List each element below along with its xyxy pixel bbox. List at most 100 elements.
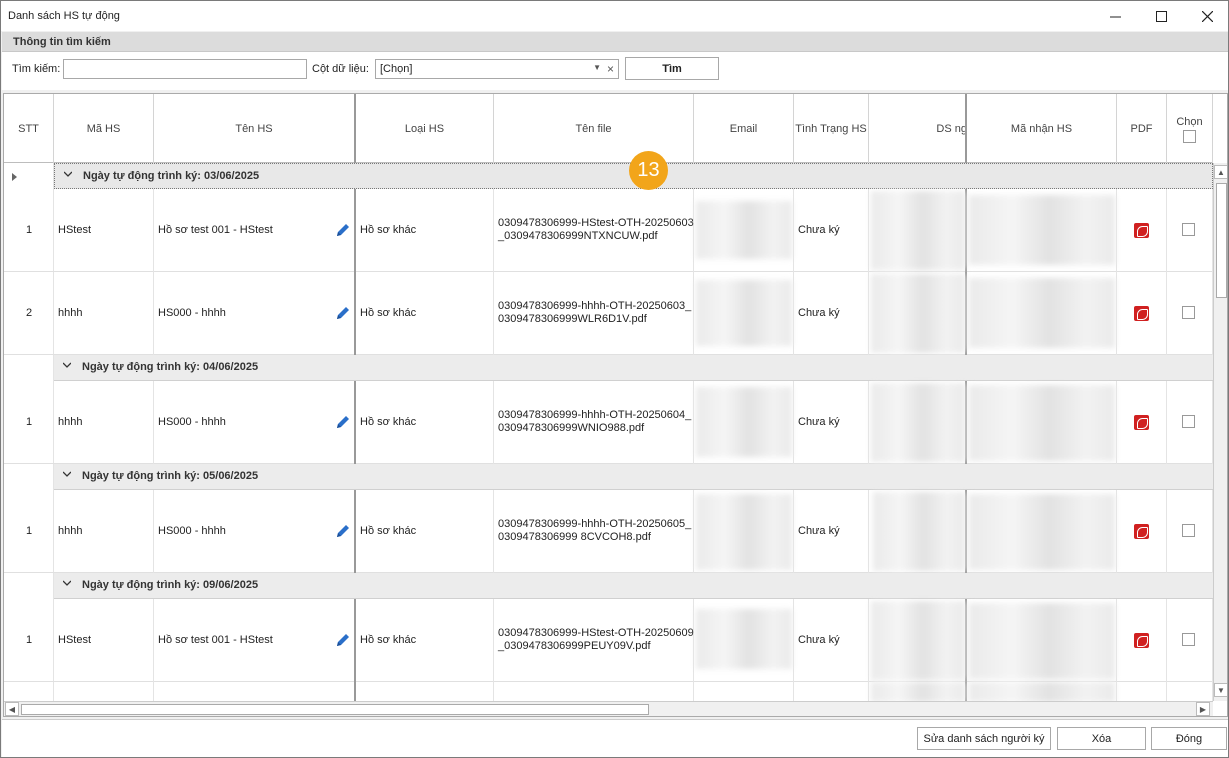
cell-status: Chưa ký [794,490,869,573]
edit-pencil-icon[interactable] [335,305,351,321]
table-row[interactable] [4,682,1213,701]
col-chon[interactable]: Chọn [1167,94,1213,163]
horizontal-scrollbar[interactable]: ◀ ▶ [4,701,1213,716]
cell-chon [1167,682,1213,701]
pdf-icon[interactable] [1134,306,1149,321]
loai-hs-value: Hồ sơ khác [360,416,417,428]
vertical-scroll-thumb[interactable] [1216,183,1227,298]
scroll-left-icon[interactable]: ◀ [5,702,19,716]
edit-pencil-icon[interactable] [335,222,351,238]
cell-email [694,682,794,701]
col-ma-hs[interactable]: Mã HS [54,94,154,163]
col-loai-hs[interactable]: Loại HS [356,94,494,163]
cell-ma-nhan [967,272,1117,355]
table-row[interactable]: 2 hhhh HS000 - hhhh Hồ sơ khác 030947830… [4,272,1213,355]
col-stt[interactable]: STT [4,94,54,163]
delete-button[interactable]: Xóa [1057,727,1146,750]
cell-ds-ng [869,189,967,272]
close-icon [1201,10,1213,22]
chevron-down-icon[interactable] [63,579,71,587]
cell-email [694,599,794,682]
records-grid: STT Mã HS Tên HS Loại HS Tên file Email … [3,93,1228,717]
col-ten-file[interactable]: Tên file [494,94,694,163]
col-tinh-trang[interactable]: Tình Trạng HS [794,94,869,163]
cell-pdf [1117,490,1167,573]
table-row[interactable]: 1 HStest Hồ sơ test 001 - HStest Hồ sơ k… [4,599,1213,682]
grid-body: Ngày tự động trình ký: 03/06/2025 1 HSte… [4,163,1213,701]
maximize-button[interactable] [1138,1,1184,31]
col-ten-hs[interactable]: Tên HS [154,94,356,163]
edit-pencil-icon[interactable] [335,414,351,430]
loai-hs-value: Hồ sơ khác [360,525,417,537]
table-row[interactable]: 1 HStest Hồ sơ test 001 - HStest Hồ sơ k… [4,189,1213,272]
scroll-down-icon[interactable]: ▼ [1214,683,1227,697]
group-row[interactable]: Ngày tự động trình ký: 04/06/2025 [54,355,1213,381]
scroll-up-icon[interactable]: ▲ [1214,165,1227,179]
table-row[interactable]: 1 hhhh HS000 - hhhh Hồ sơ khác 030947830… [4,490,1213,573]
cell-ds-ng [869,381,967,464]
table-row[interactable]: 1 hhhh HS000 - hhhh Hồ sơ khác 030947830… [4,381,1213,464]
ma-hs-value: hhhh [58,307,83,319]
pdf-icon[interactable] [1134,524,1149,539]
cell-stt: 1 [4,490,54,573]
chevron-down-icon[interactable]: ▼ [593,63,601,72]
search-input[interactable] [63,59,307,79]
cell-ma-hs: hhhh [54,272,154,355]
scroll-right-icon[interactable]: ▶ [1196,702,1210,716]
col-ds-ng[interactable]: DS ng [869,94,967,163]
pdf-icon[interactable] [1134,415,1149,430]
blurred-signers [871,191,965,270]
row-checkbox[interactable] [1182,524,1195,537]
select-all-checkbox[interactable] [1183,130,1196,143]
edit-pencil-icon[interactable] [335,632,351,648]
col-ma-nhan-hs[interactable]: Mã nhận HS [967,94,1117,163]
vertical-scrollbar[interactable]: ▲ ▼ [1213,163,1227,701]
blurred-signers [873,492,965,571]
search-panel-header: Thông tin tìm kiếm [2,32,1228,52]
cell-ma-hs: hhhh [54,490,154,573]
row-checkbox[interactable] [1182,415,1195,428]
pdf-icon[interactable] [1134,633,1149,648]
cell-ma-hs [54,682,154,701]
minimize-button[interactable] [1092,1,1138,31]
chevron-down-icon[interactable] [63,361,71,369]
cell-ma-hs: hhhh [54,381,154,464]
col-pdf[interactable]: PDF [1117,94,1167,163]
find-button[interactable]: Tìm [625,57,719,80]
column-select[interactable]: [Chọn] ▼ × [375,59,619,79]
cell-loai-hs: Hồ sơ khác [356,272,494,355]
chevron-down-icon[interactable] [64,170,72,178]
row-checkbox[interactable] [1182,633,1195,646]
file-line-1: 0309478306999-hhhh-OTH-20250603_ [498,300,692,312]
row-checkbox[interactable] [1182,223,1195,236]
clear-icon[interactable]: × [607,62,614,76]
dialog-window: Danh sách HS tự động Thông tin tìm kiếm … [0,0,1229,758]
close-window-button[interactable] [1184,1,1229,31]
file-name-value: 0309478306999-hhhh-OTH-20250603_ 03094783… [498,300,691,326]
group-label: Ngày tự động trình ký: 09/06/2025 [82,579,259,591]
cell-ten-hs [154,682,356,701]
col-email[interactable]: Email [694,94,794,163]
cell-ds-ng [869,490,967,573]
group-row[interactable]: Ngày tự động trình ký: 09/06/2025 [54,573,1213,599]
cell-chon [1167,381,1213,464]
file-line-1: 0309478306999-HStest-OTH-20250609 [498,627,694,639]
cell-chon [1167,189,1213,272]
cell-ten-hs: HS000 - hhhh [154,272,356,355]
close-button[interactable]: Đóng [1151,727,1227,750]
grid-header: STT Mã HS Tên HS Loại HS Tên file Email … [4,94,1213,163]
loai-hs-value: Hồ sơ khác [360,307,417,319]
horizontal-scroll-thumb[interactable] [21,704,649,715]
edit-pencil-icon[interactable] [335,523,351,539]
edit-signers-button[interactable]: Sửa danh sách người ký [917,727,1051,750]
cell-ten-hs: HS000 - hhhh [154,381,356,464]
group-row[interactable]: Ngày tự động trình ký: 05/06/2025 [54,464,1213,490]
row-checkbox[interactable] [1182,306,1195,319]
stt-value: 1 [25,224,33,236]
pdf-icon[interactable] [1134,223,1149,238]
cell-loai-hs: Hồ sơ khác [356,381,494,464]
blurred-receive-code [969,494,1115,570]
cell-status [794,682,869,701]
search-panel: Tìm kiếm: Cột dữ liệu: [Chọn] ▼ × Tìm [2,52,1228,90]
chevron-down-icon[interactable] [63,470,71,478]
